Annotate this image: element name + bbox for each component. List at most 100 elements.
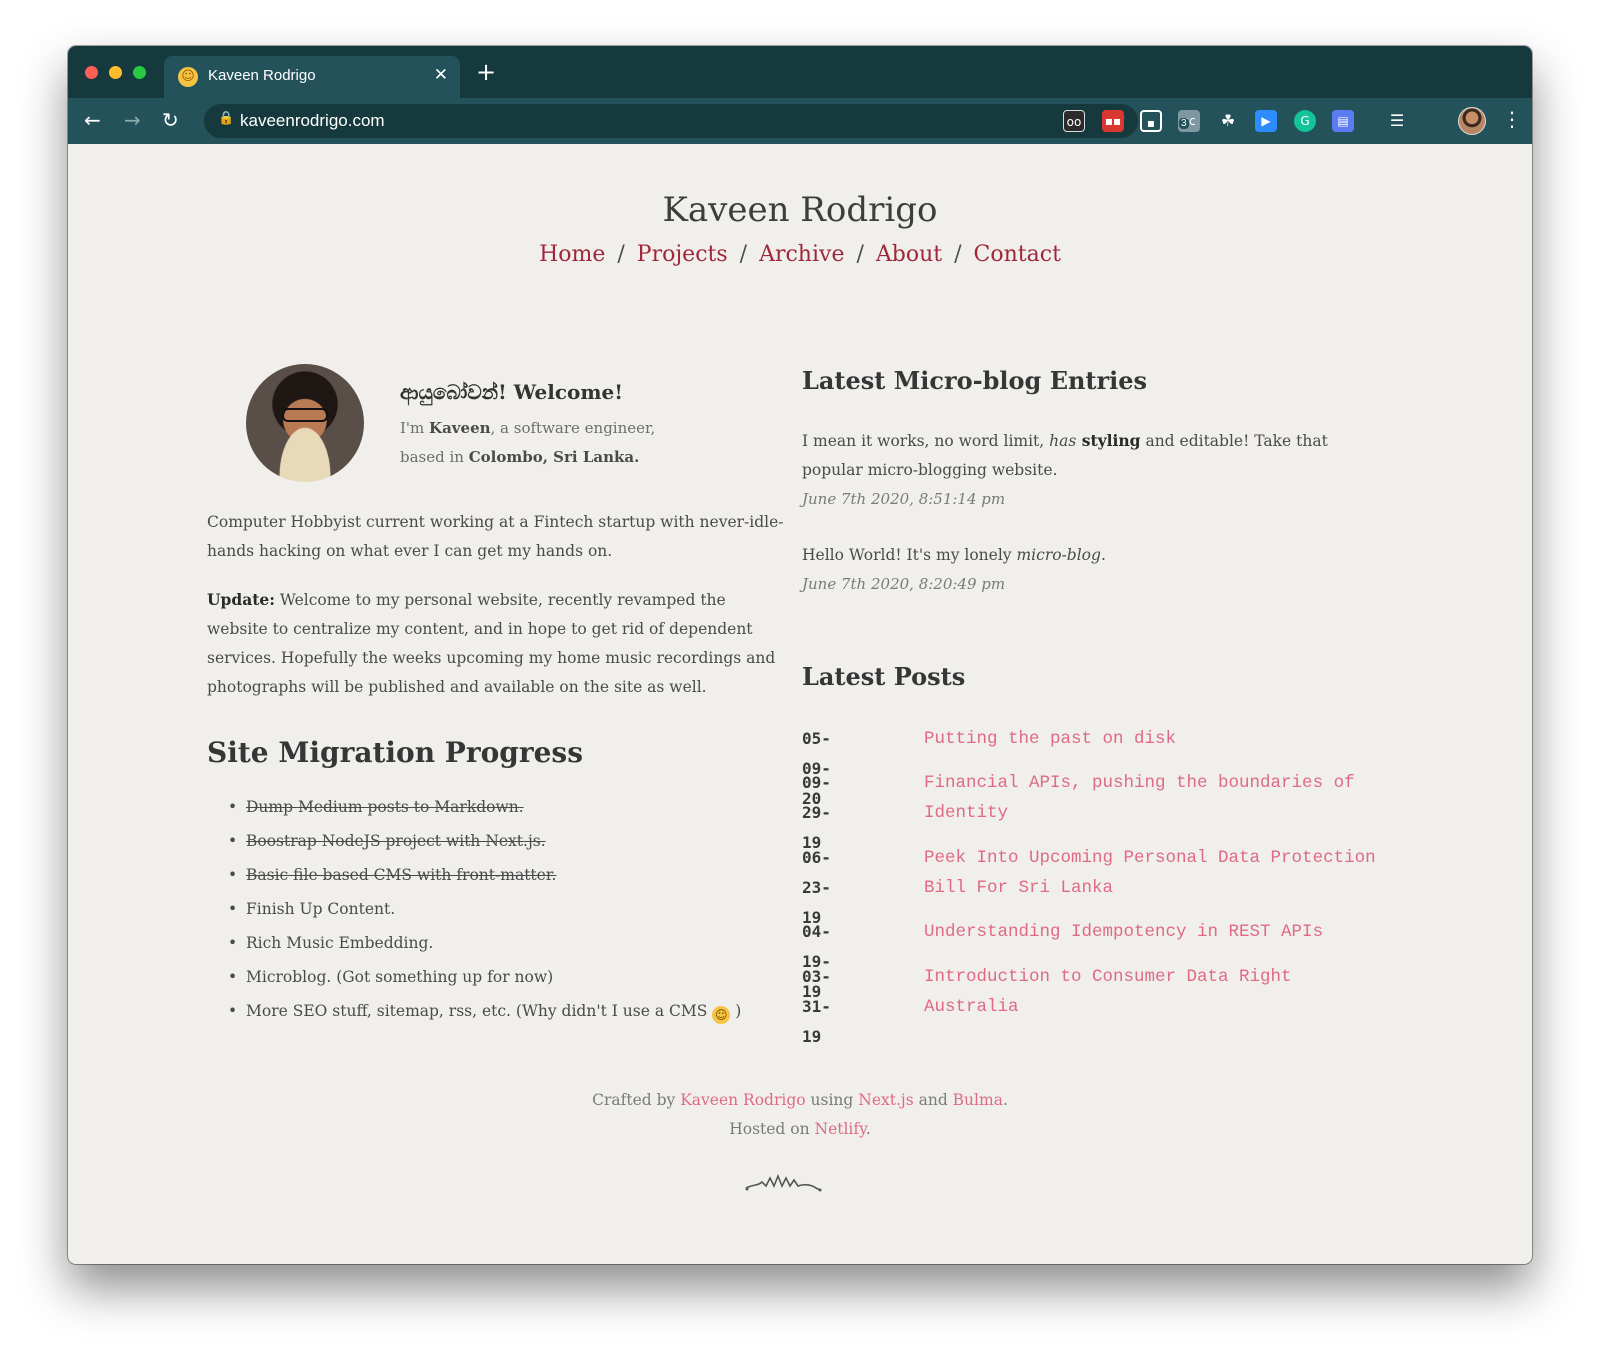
tab-close-icon[interactable]: ✕ <box>434 65 448 85</box>
list-item-text: Microblog. (Got something up for now) <box>246 968 554 986</box>
micro-entry-italic: has <box>1049 432 1077 450</box>
footer-text: using <box>805 1091 859 1109</box>
micro-entry: I mean it works, no word limit, has styl… <box>802 426 1362 514</box>
list-item-text: Rich Music Embedding. <box>246 934 434 952</box>
browser-window: ☺ Kaveen Rodrigo ✕ + ← → ↻ 🔒 kaveenrodri… <box>68 46 1532 1264</box>
nav-separator: / <box>739 242 748 267</box>
browser-toolbar: ← → ↻ 🔒 kaveenrodrigo.com ☆ oo ▪▪ ▪ cc ☘… <box>68 98 1532 144</box>
nav-home[interactable]: Home <box>539 242 605 267</box>
list-item: More SEO stuff, sitemap, rss, etc. (Why … <box>226 998 786 1032</box>
post-link[interactable]: Financial APIs, pushing the boundaries o… <box>924 768 1394 828</box>
maximize-window-button[interactable] <box>133 66 146 79</box>
footer: Crafted by Kaveen Rodrigo using Next.js … <box>68 1086 1532 1144</box>
intro-paragraph: Computer Hobbyist current working at a F… <box>207 513 784 560</box>
post-link[interactable]: Putting the past on disk <box>924 724 1394 754</box>
picture-in-picture-icon[interactable]: ▪ <box>1140 110 1162 132</box>
footer-author-link[interactable]: Kaveen Rodrigo <box>680 1091 805 1109</box>
list-item-text: Basic file based CMS with front-matter. <box>246 866 557 884</box>
reload-icon[interactable]: ↻ <box>162 108 179 132</box>
video-icon[interactable]: ▶ <box>1255 110 1277 132</box>
micro-entry-bold: styling <box>1076 431 1141 450</box>
glasses-shape <box>282 408 328 422</box>
todoist-icon[interactable]: ▪▪ <box>1102 110 1124 132</box>
site-title: Kaveen Rodrigo <box>662 190 938 230</box>
nav-archive[interactable]: Archive <box>759 242 844 267</box>
footer-text: . <box>1002 1091 1008 1109</box>
welcome-location: Colombo, Sri Lanka. <box>468 448 640 466</box>
save-icon[interactable]: ▤ <box>1332 110 1354 132</box>
page-content: Kaveen Rodrigo Home / Projects / Archive / Abo… <box>68 144 1532 1264</box>
micro-entry-text: Hello World! It's my lonely <box>802 546 1017 564</box>
micro-entry-text: . <box>1100 546 1106 564</box>
list-item-text: More SEO stuff, sitemap, rss, etc. (Why … <box>246 1002 713 1020</box>
micro-entry-date: June 7th 2020, 8:20:49 pm <box>802 575 1006 593</box>
browser-tab[interactable]: ☺ Kaveen Rodrigo ✕ <box>164 56 460 98</box>
extension-badge: 3 <box>1179 118 1189 129</box>
site-nav: Home / Projects / Archive / About / Contact <box>68 242 1532 267</box>
footer-text: Hosted on <box>729 1120 815 1138</box>
playlist-icon[interactable]: ☰ <box>1386 110 1408 132</box>
nav-projects[interactable]: Projects <box>637 242 728 267</box>
post-link[interactable]: Peek Into Upcoming Personal Data Protect… <box>924 843 1394 903</box>
lock-icon: 🔒 <box>218 111 235 126</box>
footer-text: and <box>913 1091 953 1109</box>
post-link[interactable]: Understanding Idempotency in REST APIs <box>924 917 1394 947</box>
welcome-im: I'm <box>400 419 430 437</box>
sweat-smile-emoji-icon: ☺ <box>712 1006 731 1024</box>
list-item: Finish Up Content. <box>226 896 786 930</box>
tab-title: Kaveen Rodrigo <box>208 67 316 84</box>
migration-list: Dump Medium posts to Markdown. Boostrap … <box>226 794 786 1032</box>
post-link[interactable]: Introduction to Consumer Data Right Aust… <box>924 962 1394 1022</box>
migration-title: Site Migration Progress <box>207 736 583 769</box>
micro-entry-text: I mean it works, no word limit, <box>802 432 1050 450</box>
nav-separator: / <box>954 242 962 267</box>
close-window-button[interactable] <box>85 66 98 79</box>
footer-text: . <box>865 1120 871 1138</box>
list-item: Boostrap NodeJS project with Next.js. <box>226 828 786 862</box>
bug-icon[interactable]: ☘ <box>1217 110 1239 132</box>
welcome-based: based in <box>400 448 469 466</box>
welcome-role: , a software engineer, <box>490 419 656 437</box>
list-item-text: Boostrap NodeJS project with Next.js. <box>246 832 546 850</box>
latest-posts-title: Latest Posts <box>802 662 966 691</box>
list-item-text: Dump Medium posts to Markdown. <box>246 798 524 816</box>
update-paragraph: Update: Welcome to my personal website, … <box>207 585 787 702</box>
minimize-window-button[interactable] <box>109 66 122 79</box>
address-bar[interactable]: 🔒 kaveenrodrigo.com ☆ <box>204 104 1138 138</box>
footer-netlify-link[interactable]: Netlify <box>815 1120 866 1138</box>
nav-separator: / <box>617 242 625 267</box>
welcome-title: ආයුබෝවන්! Welcome! <box>400 380 624 404</box>
welcome-subtitle: I'm Kaveen, a software engineer, based i… <box>400 414 700 472</box>
post-date: 03-31-19 <box>802 967 831 1046</box>
list-item: Microblog. (Got something up for now) <box>226 964 786 998</box>
nav-contact[interactable]: Contact <box>974 242 1061 267</box>
micro-entry-italic: micro-blog <box>1016 546 1101 564</box>
list-item: Dump Medium posts to Markdown. <box>226 794 786 828</box>
list-item: Basic file based CMS with front-matter. <box>226 862 786 896</box>
menu-kebab-icon[interactable]: ⋮ <box>1502 107 1522 131</box>
nav-about[interactable]: About <box>876 242 942 267</box>
signature-squiggle-icon <box>745 1173 822 1192</box>
update-text: Welcome to my personal website, recently… <box>207 591 776 696</box>
micro-entry: Hello World! It's my lonely micro-blog. … <box>802 541 1362 599</box>
micro-blog-title: Latest Micro-blog Entries <box>802 366 1148 395</box>
url-text[interactable]: kaveenrodrigo.com <box>240 111 385 131</box>
footer-bulma-link[interactable]: Bulma <box>953 1091 1003 1109</box>
back-icon[interactable]: ← <box>84 108 101 132</box>
forward-icon[interactable]: → <box>124 108 141 132</box>
list-item-text: Finish Up Content. <box>246 900 396 918</box>
micro-entry-date: June 7th 2020, 8:51:14 pm <box>802 490 1006 508</box>
update-label: Update: <box>207 590 275 609</box>
glasses-icon[interactable]: oo <box>1063 110 1085 132</box>
nav-separator: / <box>856 242 864 267</box>
profile-avatar[interactable] <box>1458 107 1486 135</box>
grammarly-icon[interactable]: G <box>1294 110 1316 132</box>
list-item: Rich Music Embedding. <box>226 930 786 964</box>
profile-photo <box>246 364 364 482</box>
welcome-name: Kaveen <box>429 419 491 437</box>
footer-nextjs-link[interactable]: Next.js <box>858 1091 913 1109</box>
new-tab-button[interactable]: + <box>476 60 496 84</box>
tab-strip: ☺ Kaveen Rodrigo ✕ + <box>68 46 1532 98</box>
footer-text: Crafted by <box>592 1091 681 1109</box>
favicon-icon: ☺ <box>178 67 198 87</box>
